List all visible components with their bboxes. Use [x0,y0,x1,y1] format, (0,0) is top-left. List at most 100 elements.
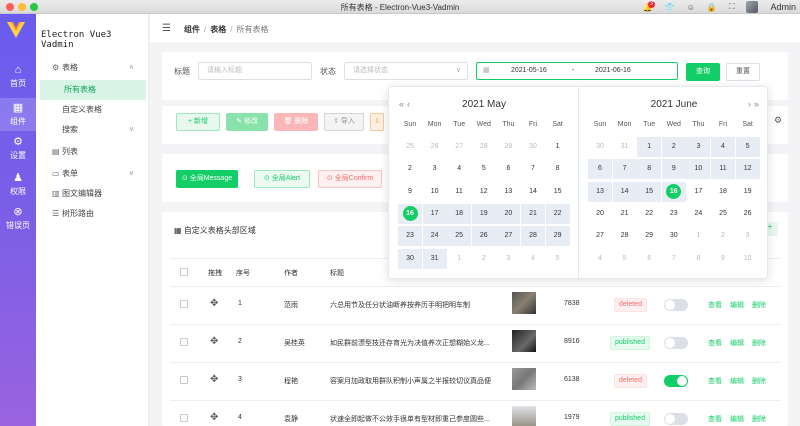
reset-button[interactable]: 重置 [726,63,760,81]
drag-handle-icon[interactable]: ✥ [210,374,218,385]
add-button[interactable]: + 新增 [176,113,220,131]
calendar-day[interactable]: 9 [711,249,735,269]
calendar-day[interactable]: 10 [686,159,711,180]
calendar-day[interactable]: 8 [686,249,710,269]
calendar-day[interactable]: 30 [662,226,686,246]
calendar-day[interactable]: 18 [711,182,735,202]
drag-handle-icon[interactable]: ✥ [210,412,218,423]
global-confirm-button[interactable]: ⊙ 全局Confirm [318,170,382,188]
view-link[interactable]: 查看 [708,300,722,310]
calendar-day[interactable]: 17 [686,182,710,202]
calendar-day[interactable]: 9 [398,182,422,202]
calendar-day[interactable]: 15 [637,181,662,202]
row-checkbox[interactable] [180,338,188,346]
query-button[interactable]: 查询 [686,63,720,81]
edit-link[interactable]: 编辑 [730,300,744,310]
row-checkbox[interactable] [180,300,188,308]
calendar-day[interactable]: 26 [423,137,447,157]
calendar-day[interactable]: 14 [521,182,545,202]
calendar-day[interactable]: 18 [447,203,472,224]
drag-handle-icon[interactable]: ✥ [210,298,218,309]
calendar-day[interactable]: 28 [613,226,637,246]
calendar-day[interactable]: 30 [398,248,422,269]
sidebar-item-all-tables[interactable]: 所有表格 [40,80,146,100]
calendar-day[interactable]: 27 [496,226,521,247]
calendar-day[interactable]: 23 [662,204,686,224]
breadcrumb-table[interactable]: 表格 [210,25,226,34]
calendar-day[interactable]: 2 [661,137,686,157]
menu-toggle-icon[interactable]: ☰ [162,23,171,34]
bell-icon[interactable]: 🔔 3 [643,0,656,12]
delete-link[interactable]: 删除 [752,376,766,386]
edit-link[interactable]: 编辑 [730,338,744,348]
calendar-day[interactable]: 8 [546,159,570,179]
edit-button[interactable]: ✎ 修改 [226,113,268,131]
avatar[interactable] [746,1,759,13]
calendar-day[interactable]: 30 [521,137,545,157]
calendar-day[interactable]: 4 [588,249,612,269]
calendar-day[interactable]: 28 [472,137,496,157]
calendar-day[interactable]: 6 [496,159,520,179]
delete-link[interactable]: 删除 [752,300,766,310]
row-checkbox[interactable] [180,376,188,384]
edit-link[interactable]: 编辑 [730,414,744,424]
fullscreen-icon[interactable]: ⛶ [729,2,735,12]
drag-handle-icon[interactable]: ✥ [210,336,218,347]
breadcrumb-components[interactable]: 组件 [184,25,200,34]
calendar-day[interactable]: 28 [521,226,545,247]
calendar-day[interactable]: 21 [613,204,637,224]
calendar-day[interactable]: 5 [546,249,570,269]
calendar-day[interactable]: 3 [423,159,447,179]
delete-button[interactable]: 🗑 删除 [274,113,318,131]
calendar-day[interactable]: 25 [398,137,422,157]
calendar-day[interactable]: 13 [496,182,520,202]
select-all-checkbox[interactable] [180,268,188,276]
calendar-day[interactable]: 31 [422,248,447,269]
rail-item-home[interactable]: ⌂ 首页 [0,64,36,89]
calendar-day[interactable]: 27 [447,137,471,157]
calendar-day[interactable]: 13 [588,181,612,202]
calendar-day[interactable]: 24 [686,204,710,224]
calendar-day[interactable]: 15 [546,182,570,202]
calendar-day[interactable]: 7 [662,249,686,269]
calendar-day[interactable]: 3 [496,249,520,269]
calendar-day[interactable]: 5 [472,159,496,179]
calendar-day[interactable]: 25 [447,226,472,247]
edit-link[interactable]: 编辑 [730,376,744,386]
calendar-day[interactable]: 5 [735,137,760,157]
calendar-day[interactable]: 8 [637,159,662,180]
calendar-day[interactable]: 1 [546,137,570,157]
delete-link[interactable]: 删除 [752,414,766,424]
user-name[interactable]: Admin [770,2,796,12]
calendar-day[interactable]: 27 [588,226,612,246]
calendar-day[interactable]: 1 [686,226,710,246]
rail-item-components[interactable]: ▦ 组件 [0,98,36,131]
calendar-day[interactable]: 3 [686,137,711,157]
status-select[interactable]: 请选择状态 ∨ [344,62,468,80]
calendar-day[interactable]: 12 [472,182,496,202]
calendar-day[interactable]: 21 [521,203,545,224]
calendar-day[interactable]: 20 [588,204,612,224]
shirt-icon[interactable]: 👕 [665,3,675,12]
calendar-day[interactable]: 25 [711,204,735,224]
row-checkbox[interactable] [180,414,188,422]
calendar-day[interactable]: 9 [661,159,686,180]
calendar-day[interactable]: 3 [736,226,760,246]
calendar-day[interactable]: 7 [521,159,545,179]
import-button[interactable]: ⇧ 导入 [324,113,364,131]
sidebar-item-editor[interactable]: ▥ 图文编辑器 [36,184,148,204]
calendar-day-selected[interactable]: 16 [661,181,686,202]
sidebar-item-tree-route[interactable]: ☰ 树形路由 [36,204,148,224]
rail-item-settings[interactable]: ⚙ 设置 [0,136,36,161]
calendar-day[interactable]: 12 [735,159,760,180]
calendar-day[interactable]: 5 [613,249,637,269]
calendar-day[interactable]: 29 [545,226,570,247]
calendar-day[interactable]: 19 [471,203,496,224]
sidebar-item-list[interactable]: ▤ 列表 [36,142,148,162]
calendar-day-selected[interactable]: 16 [398,203,422,224]
sidebar-item-search[interactable]: 搜索 ∨ [36,120,148,140]
calendar-day[interactable]: 26 [736,204,760,224]
toggle-switch[interactable] [664,413,688,425]
title-filter-input[interactable]: 请输入标题 [198,62,312,80]
calendar-day[interactable]: 11 [711,159,735,180]
